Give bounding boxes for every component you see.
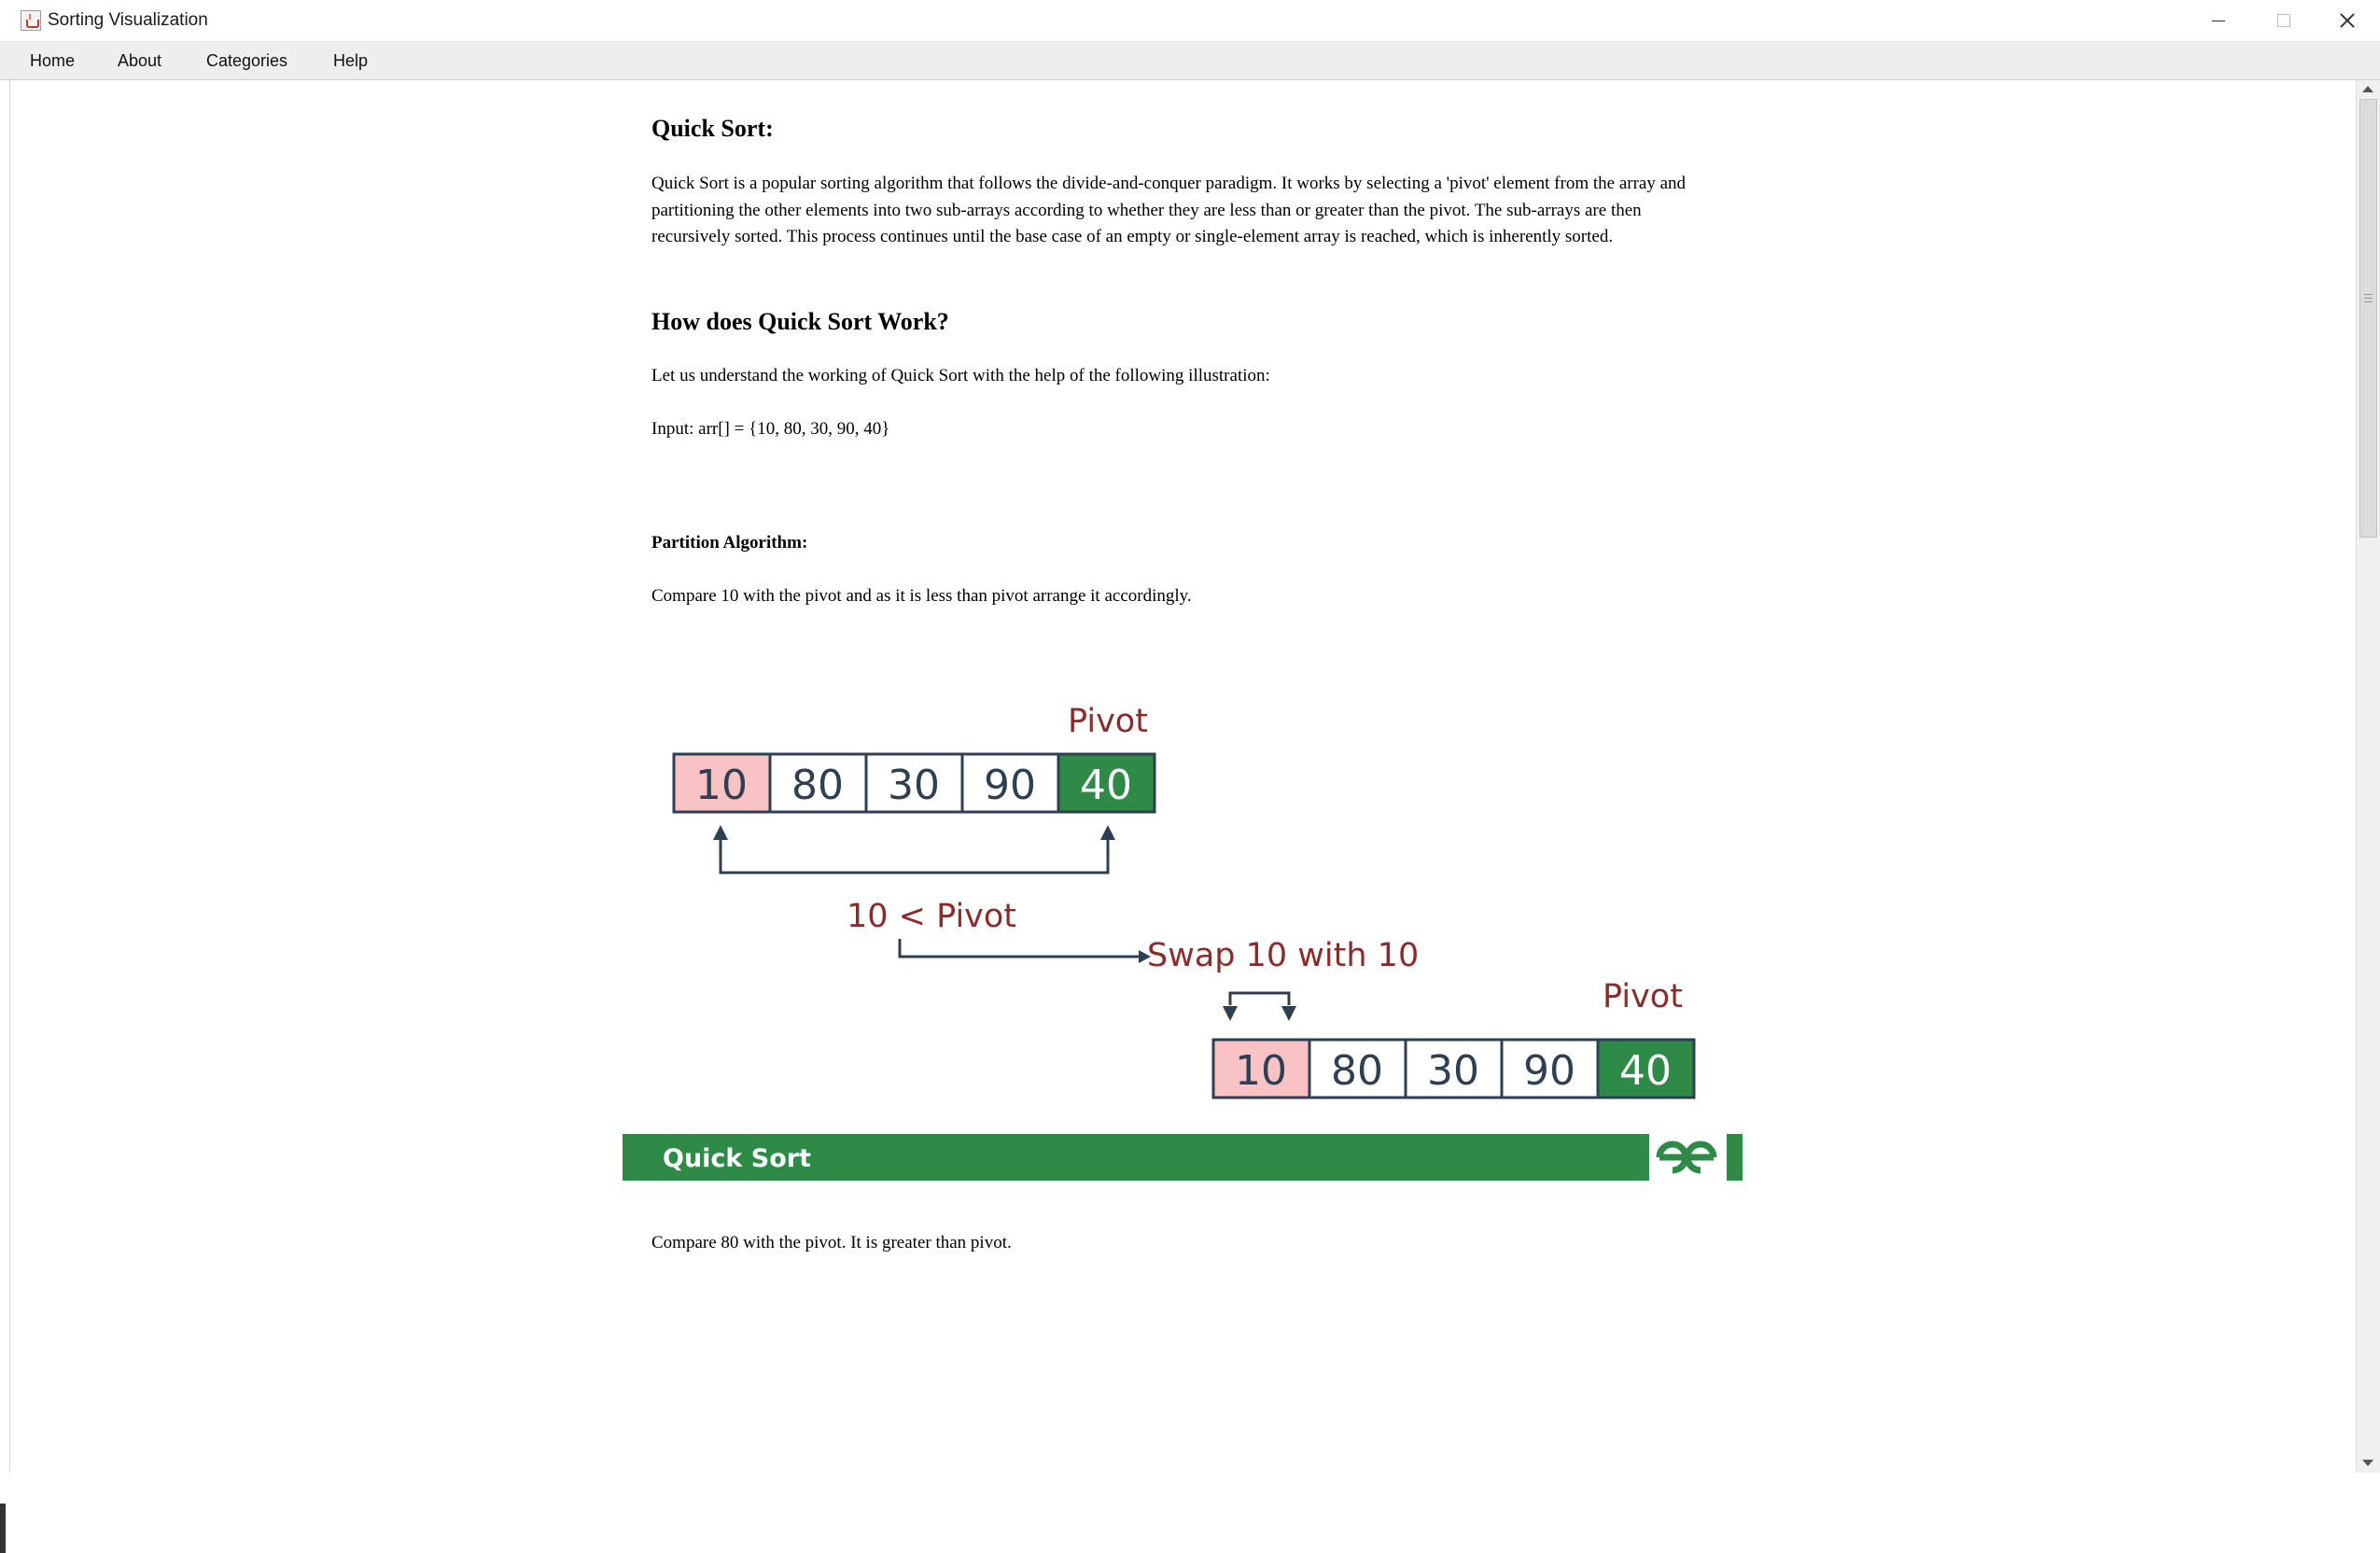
array-bottom: 10 80 30 90 40 <box>1211 1038 1696 1099</box>
illustration-intro-text: Let us understand the working of Quick S… <box>651 366 1270 385</box>
array-top-cell-4: 40 <box>1080 762 1132 809</box>
partition-heading: Partition Algorithm: <box>651 533 808 553</box>
menu-help[interactable]: Help <box>322 42 379 79</box>
array-top-cell-0: 10 <box>695 762 748 809</box>
maximize-button[interactable] <box>2249 0 2315 41</box>
window-edge <box>0 80 9 1553</box>
arrow-down-icon <box>1223 1006 1238 1021</box>
arrow-up-icon <box>1100 825 1115 840</box>
menu-home[interactable]: Home <box>19 42 86 79</box>
comparison-bracket <box>719 835 1110 874</box>
scroll-thumb[interactable] <box>2359 99 2377 538</box>
array-bottom-cell-4: 40 <box>1619 1047 1672 1095</box>
step-description-80: Compare 80 with the pivot. It is greater… <box>651 1233 1012 1252</box>
menu-categories[interactable]: Categories <box>195 42 299 79</box>
scroll-up-arrow-icon[interactable] <box>2357 80 2380 99</box>
page-title: Quick Sort: <box>651 115 774 142</box>
banner-label: Quick Sort <box>663 1144 811 1173</box>
scroll-down-arrow-icon[interactable] <box>2357 1454 2380 1473</box>
array-bottom-cell-1: 80 <box>1331 1047 1383 1095</box>
menu-about[interactable]: About <box>106 42 173 79</box>
array-top-cell-1: 80 <box>791 762 844 809</box>
input-array-text: Input: arr[] = {10, 80, 30, 90, 40} <box>651 419 890 439</box>
close-button[interactable] <box>2315 0 2380 41</box>
array-top-cell-3: 90 <box>984 762 1036 809</box>
array-top: 10 80 30 90 40 <box>672 752 1156 814</box>
arrow-down-icon <box>1281 1006 1296 1021</box>
array-bottom-cell-2: 30 <box>1427 1047 1479 1095</box>
swap-label: Swap 10 with 10 <box>1147 937 1419 974</box>
menu-bar: Home About Categories Help <box>0 42 2380 80</box>
pivot-label-bottom: Pivot <box>1603 978 1683 1015</box>
pivot-label-top: Pivot <box>1068 703 1148 740</box>
step-description-10: Compare 10 with the pivot and as it is l… <box>651 586 1192 606</box>
arrow-up-icon <box>713 825 728 840</box>
array-bottom-cell-0: 10 <box>1235 1047 1287 1095</box>
title-bar: Sorting Visualization <box>0 0 2380 42</box>
vertical-scrollbar[interactable] <box>2356 80 2380 1473</box>
quick-sort-illustration: Pivot 10 80 30 90 40 10 < Pivot Swap 10 … <box>623 691 1743 1182</box>
gfg-logo <box>1649 1134 1743 1181</box>
condition-label: 10 < Pivot <box>847 898 1016 935</box>
array-top-cell-2: 30 <box>888 762 940 809</box>
window-title: Sorting Visualization <box>48 10 208 30</box>
java-app-icon <box>21 10 41 31</box>
array-bottom-cell-3: 90 <box>1523 1047 1575 1095</box>
minimize-button[interactable] <box>2184 0 2249 41</box>
section-heading-how: How does Quick Sort Work? <box>651 308 949 335</box>
intro-paragraph: Quick Sort is a popular sorting algorith… <box>651 174 1687 247</box>
